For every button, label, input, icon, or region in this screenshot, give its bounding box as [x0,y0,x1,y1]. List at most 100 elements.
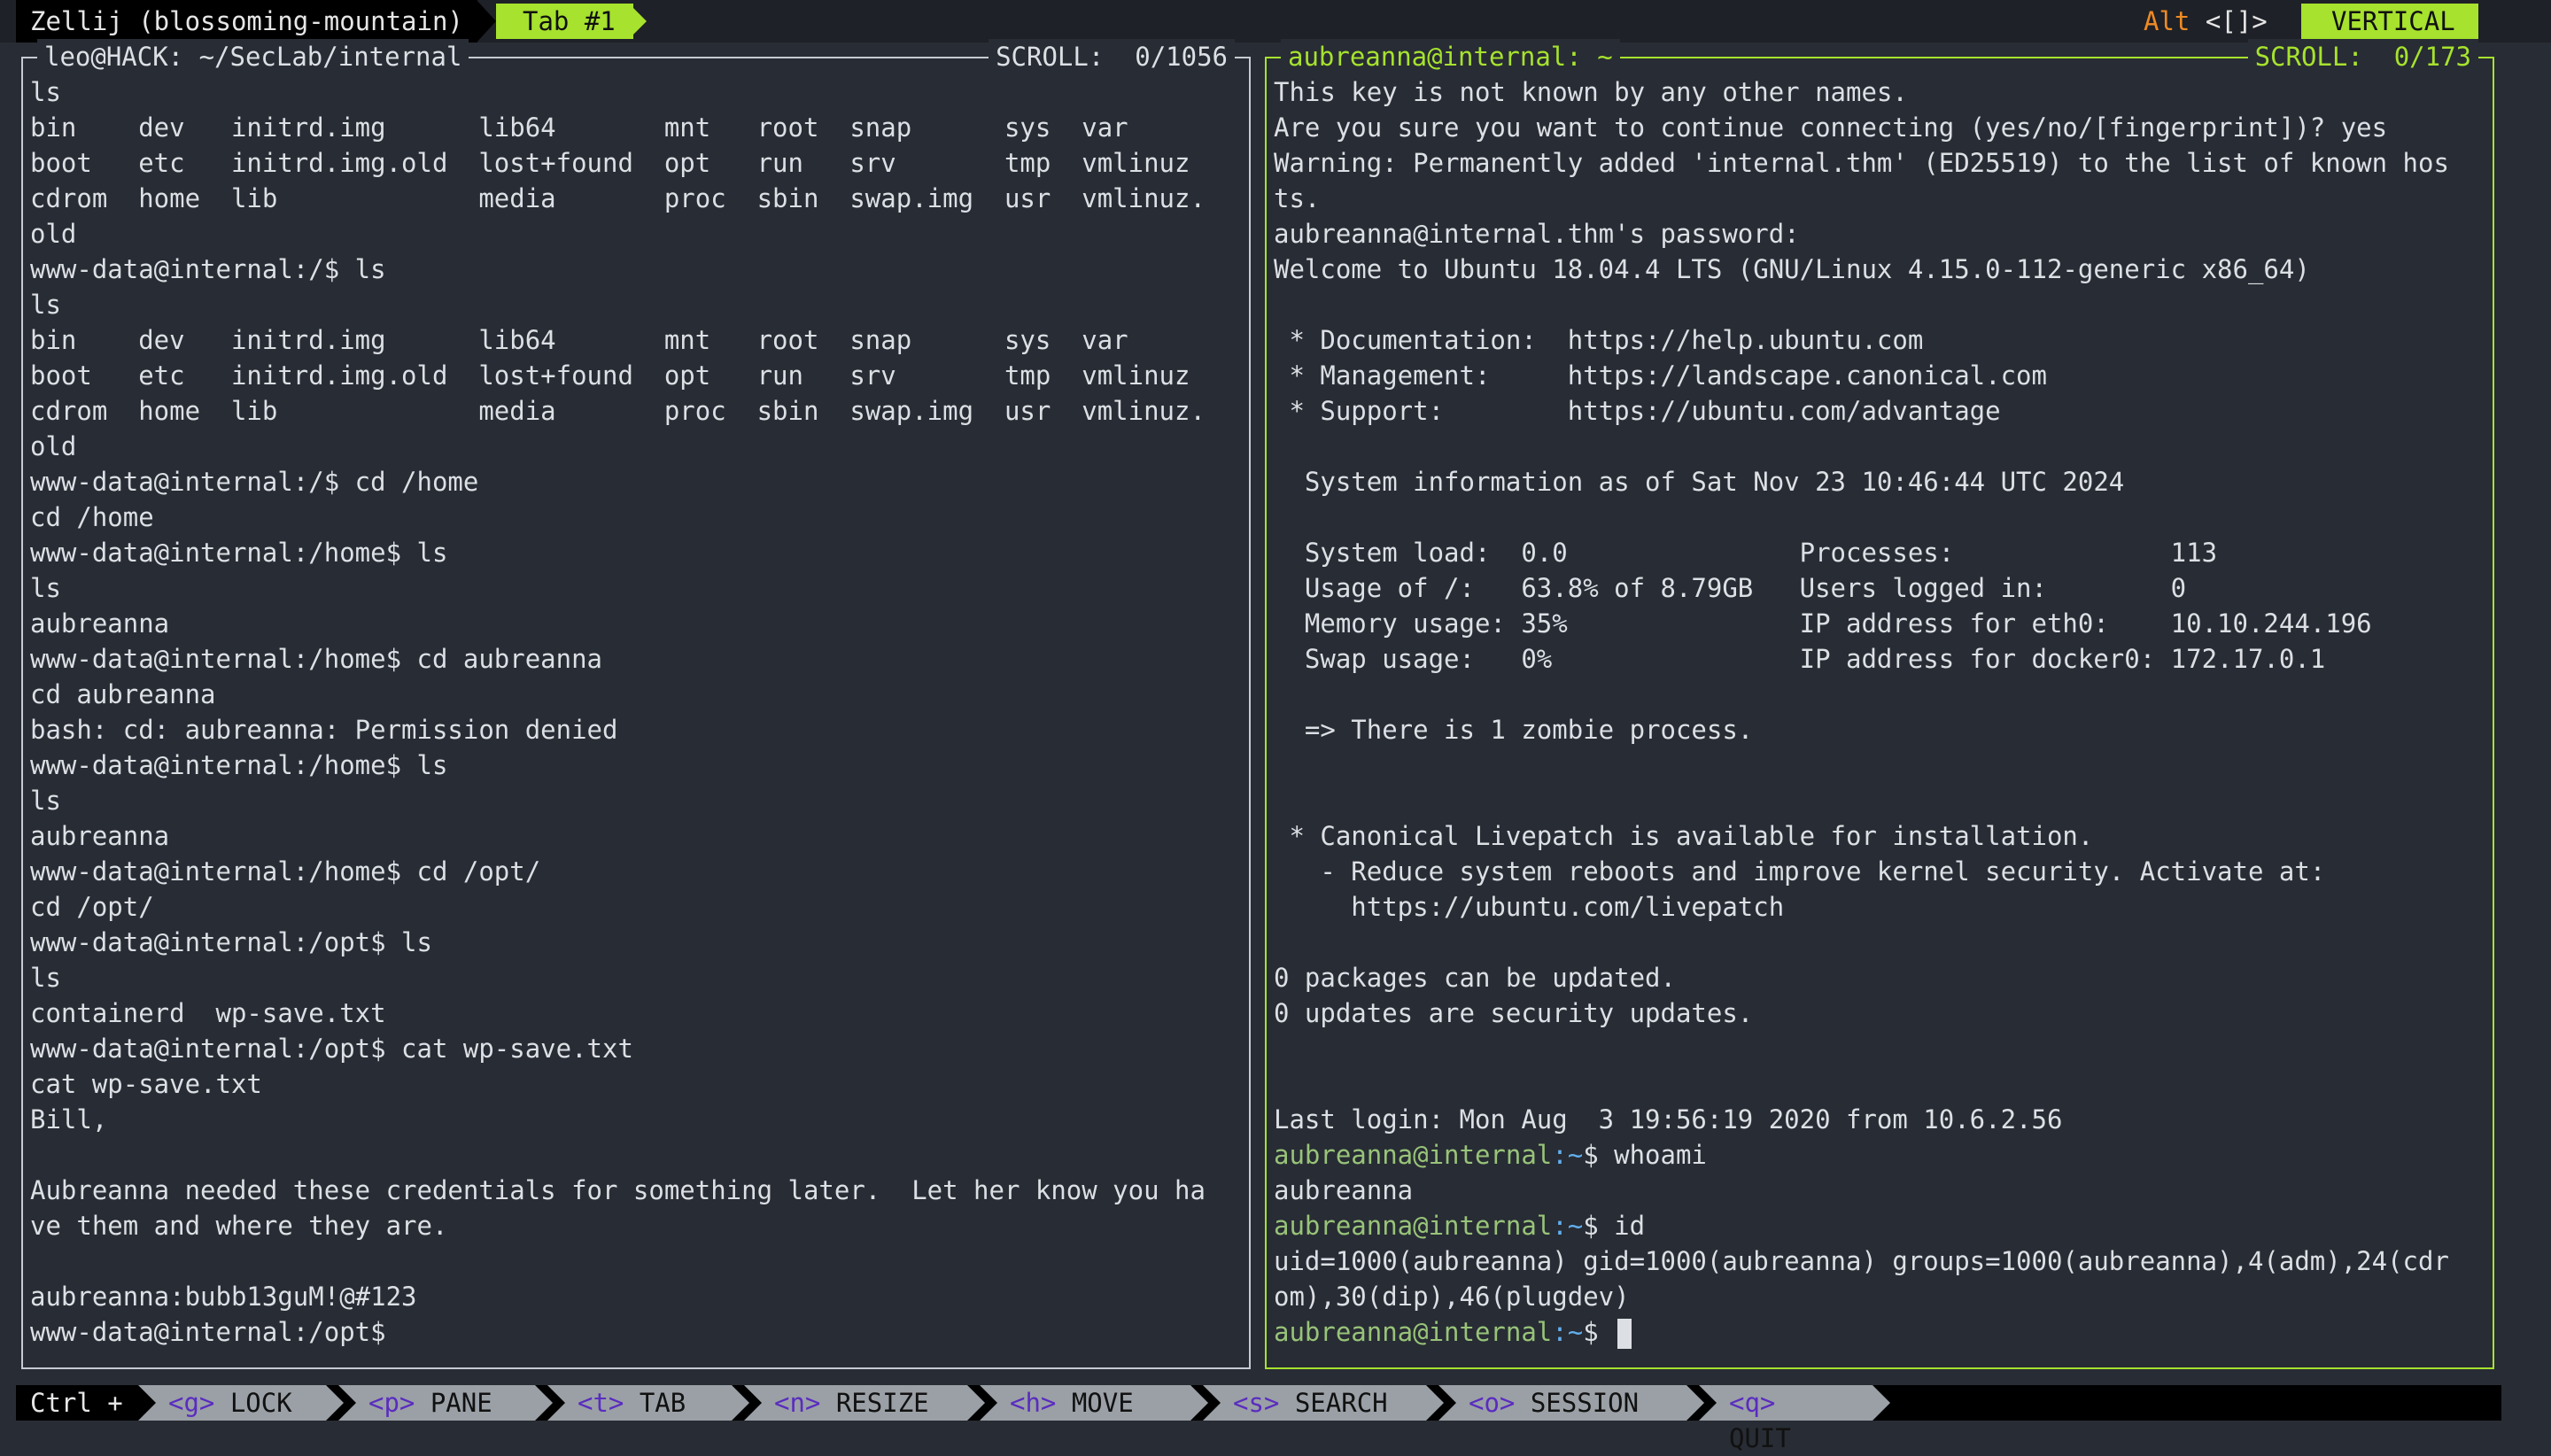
terminal-line: aubreanna:bubb13guM!@#123 [30,1282,417,1312]
prompt-user: aubreanna@internal [1274,1211,1553,1241]
terminal-line: ve them and where they are. [30,1211,448,1241]
terminal-line: https://ubuntu.com/livepatch [1274,892,1785,922]
key-label: MOVE [1056,1388,1134,1418]
prompt-symbol: $ [1583,1211,1615,1241]
status-bar: Ctrl + <g> LOCK <p> PANE <t> TAB <n> RESIZE… [16,1385,2501,1453]
terminal-line: ls [30,77,61,107]
key-label: LOCK [214,1388,292,1418]
terminal-line: ls [30,786,61,816]
key-hint: <t> [578,1388,624,1418]
prompt-symbol: $ [1583,1140,1615,1170]
terminal-line: Warning: Permanently added 'internal.thm… [1274,148,2449,178]
keybinding-tab[interactable]: <t> TAB [547,1385,749,1421]
session-name: Zellij (blossoming-mountain) [16,0,477,43]
terminal-line: Swap usage: 0% IP address for docker0: 1… [1274,644,2326,674]
terminal-line: System information as of Sat Nov 23 10:4… [1274,467,2125,497]
prompt-path: :~ [1552,1211,1584,1241]
text-cursor[interactable] [1617,1319,1632,1349]
key-hint: <g> [168,1388,215,1418]
terminal-line: Welcome to Ubuntu 18.04.4 LTS (GNU/Linux… [1274,254,2310,284]
prompt-line[interactable]: aubreanna@internal:~$ [1274,1314,2485,1350]
key-hint: <o> [1469,1388,1516,1418]
terminal-pane-left[interactable]: leo@HACK: ~/SecLab/internal SCROLL: 0/10… [21,39,1251,1369]
terminal-line: aubreanna [30,608,170,639]
terminal-line: aubreanna [1274,1175,1414,1205]
keybinding-lock[interactable]: <g> LOCK [138,1385,344,1421]
keybinding-resize[interactable]: <n> RESIZE [744,1385,985,1421]
key-label: SESSION [1515,1388,1640,1418]
key-label: RESIZE [820,1388,929,1418]
terminal-line: Aubreanna needed these credentials for s… [30,1175,1206,1205]
key-hint: <n> [774,1388,821,1418]
terminal-line: www-data@internal:/home$ cd /opt/ [30,856,541,887]
terminal-line: System load: 0.0 Processes: 113 [1274,538,2218,568]
keybinding-session[interactable]: <o> SESSION [1438,1385,1704,1421]
terminal-line: www-data@internal:/opt$ cat wp-save.txt [30,1034,633,1064]
terminal-line: cdrom home lib media proc sbin swap.img … [30,183,1206,213]
terminal-line: uid=1000(aubreanna) gid=1000(aubreanna) … [1274,1246,2449,1276]
prompt-symbol: $ [1583,1317,1615,1347]
terminal-line: old [30,219,77,249]
terminal-line: boot etc initrd.img.old lost+found opt r… [30,148,1190,178]
keybinding-move[interactable]: <h> MOVE [980,1385,1208,1421]
terminal-line: => There is 1 zombie process. [1274,715,1754,745]
alt-label: Alt [2144,6,2190,36]
keybinding-pane[interactable]: <p> PANE [338,1385,553,1421]
terminal-line: ts. [1274,183,1321,213]
command-text: whoami [1614,1140,1707,1170]
keybinding-quit[interactable]: <q> QUIT [1699,1385,1890,1453]
terminal-line: - Reduce system reboots and improve kern… [1274,856,2326,887]
terminal-line: Usage of /: 63.8% of 8.79GB Users logged… [1274,573,2187,603]
tab-arrow [629,4,647,39]
prompt-line: aubreanna@internal:~$ id [1274,1208,2485,1243]
terminal-output: This key is not known by any other names… [1274,74,2485,1360]
prompt-line: aubreanna@internal:~$ whoami [1274,1137,2485,1173]
prompt-user: aubreanna@internal [1274,1317,1553,1347]
key-hint: <p> [368,1388,415,1418]
key-label: TAB [624,1388,686,1418]
terminal-line: www-data@internal:/opt$ [30,1317,386,1347]
terminal-line: www-data@internal:/home$ ls [30,750,448,780]
terminal-line: ls [30,290,61,320]
terminal-line: old [30,431,77,461]
terminal-line: * Canonical Livepatch is available for i… [1274,821,2094,851]
terminal-line: boot etc initrd.img.old lost+found opt r… [30,360,1190,391]
terminal-line: ls [30,963,61,993]
terminal-line: Bill, [30,1104,108,1135]
key-hint: <s> [1233,1388,1280,1418]
pane-title: leo@HACK: ~/SecLab/internal [37,39,469,74]
terminal-line: Are you sure you want to continue connec… [1274,112,2388,143]
terminal-line: bash: cd: aubreanna: Permission denied [30,715,618,745]
keybinding-search[interactable]: <s> SEARCH [1203,1385,1444,1421]
ctrl-label: Ctrl + [30,1388,123,1418]
terminal-line: aubreanna@internal.thm's password: [1274,219,1800,249]
tab-1[interactable]: Tab #1 [496,4,633,39]
prompt-path: :~ [1552,1140,1584,1170]
pane-title: aubreanna@internal: ~ [1281,39,1620,74]
terminal-line: aubreanna [30,821,170,851]
terminal-line: om),30(dip),46(plugdev) [1274,1282,1630,1312]
terminal-output: ls bin dev initrd.img lib64 mnt root snap… [30,74,1242,1360]
terminal-pane-right[interactable]: aubreanna@internal: ~ SCROLL: 0/173 This… [1265,39,2494,1369]
key-label: QUIT [1729,1423,1791,1453]
terminal-line: ls [30,573,61,603]
terminal-line: 0 packages can be updated. [1274,963,1676,993]
key-label: PANE [415,1388,492,1418]
top-bar: Zellij (blossoming-mountain) Tab #1 Alt … [0,0,2551,43]
command-text: id [1614,1211,1646,1241]
terminal-line: Last login: Mon Aug 3 19:56:19 2020 from… [1274,1104,2063,1135]
mode-indicator: VERTICAL [2301,4,2478,39]
terminal-line: containerd wp-save.txt [30,998,386,1028]
pane-scroll-indicator: SCROLL: 0/173 [2247,39,2478,74]
terminal-line: www-data@internal:/home$ ls [30,538,448,568]
key-label: SEARCH [1279,1388,1388,1418]
terminal-line: Memory usage: 35% IP address for eth0: 1… [1274,608,2372,639]
terminal-line: cdrom home lib media proc sbin swap.img … [30,396,1206,426]
